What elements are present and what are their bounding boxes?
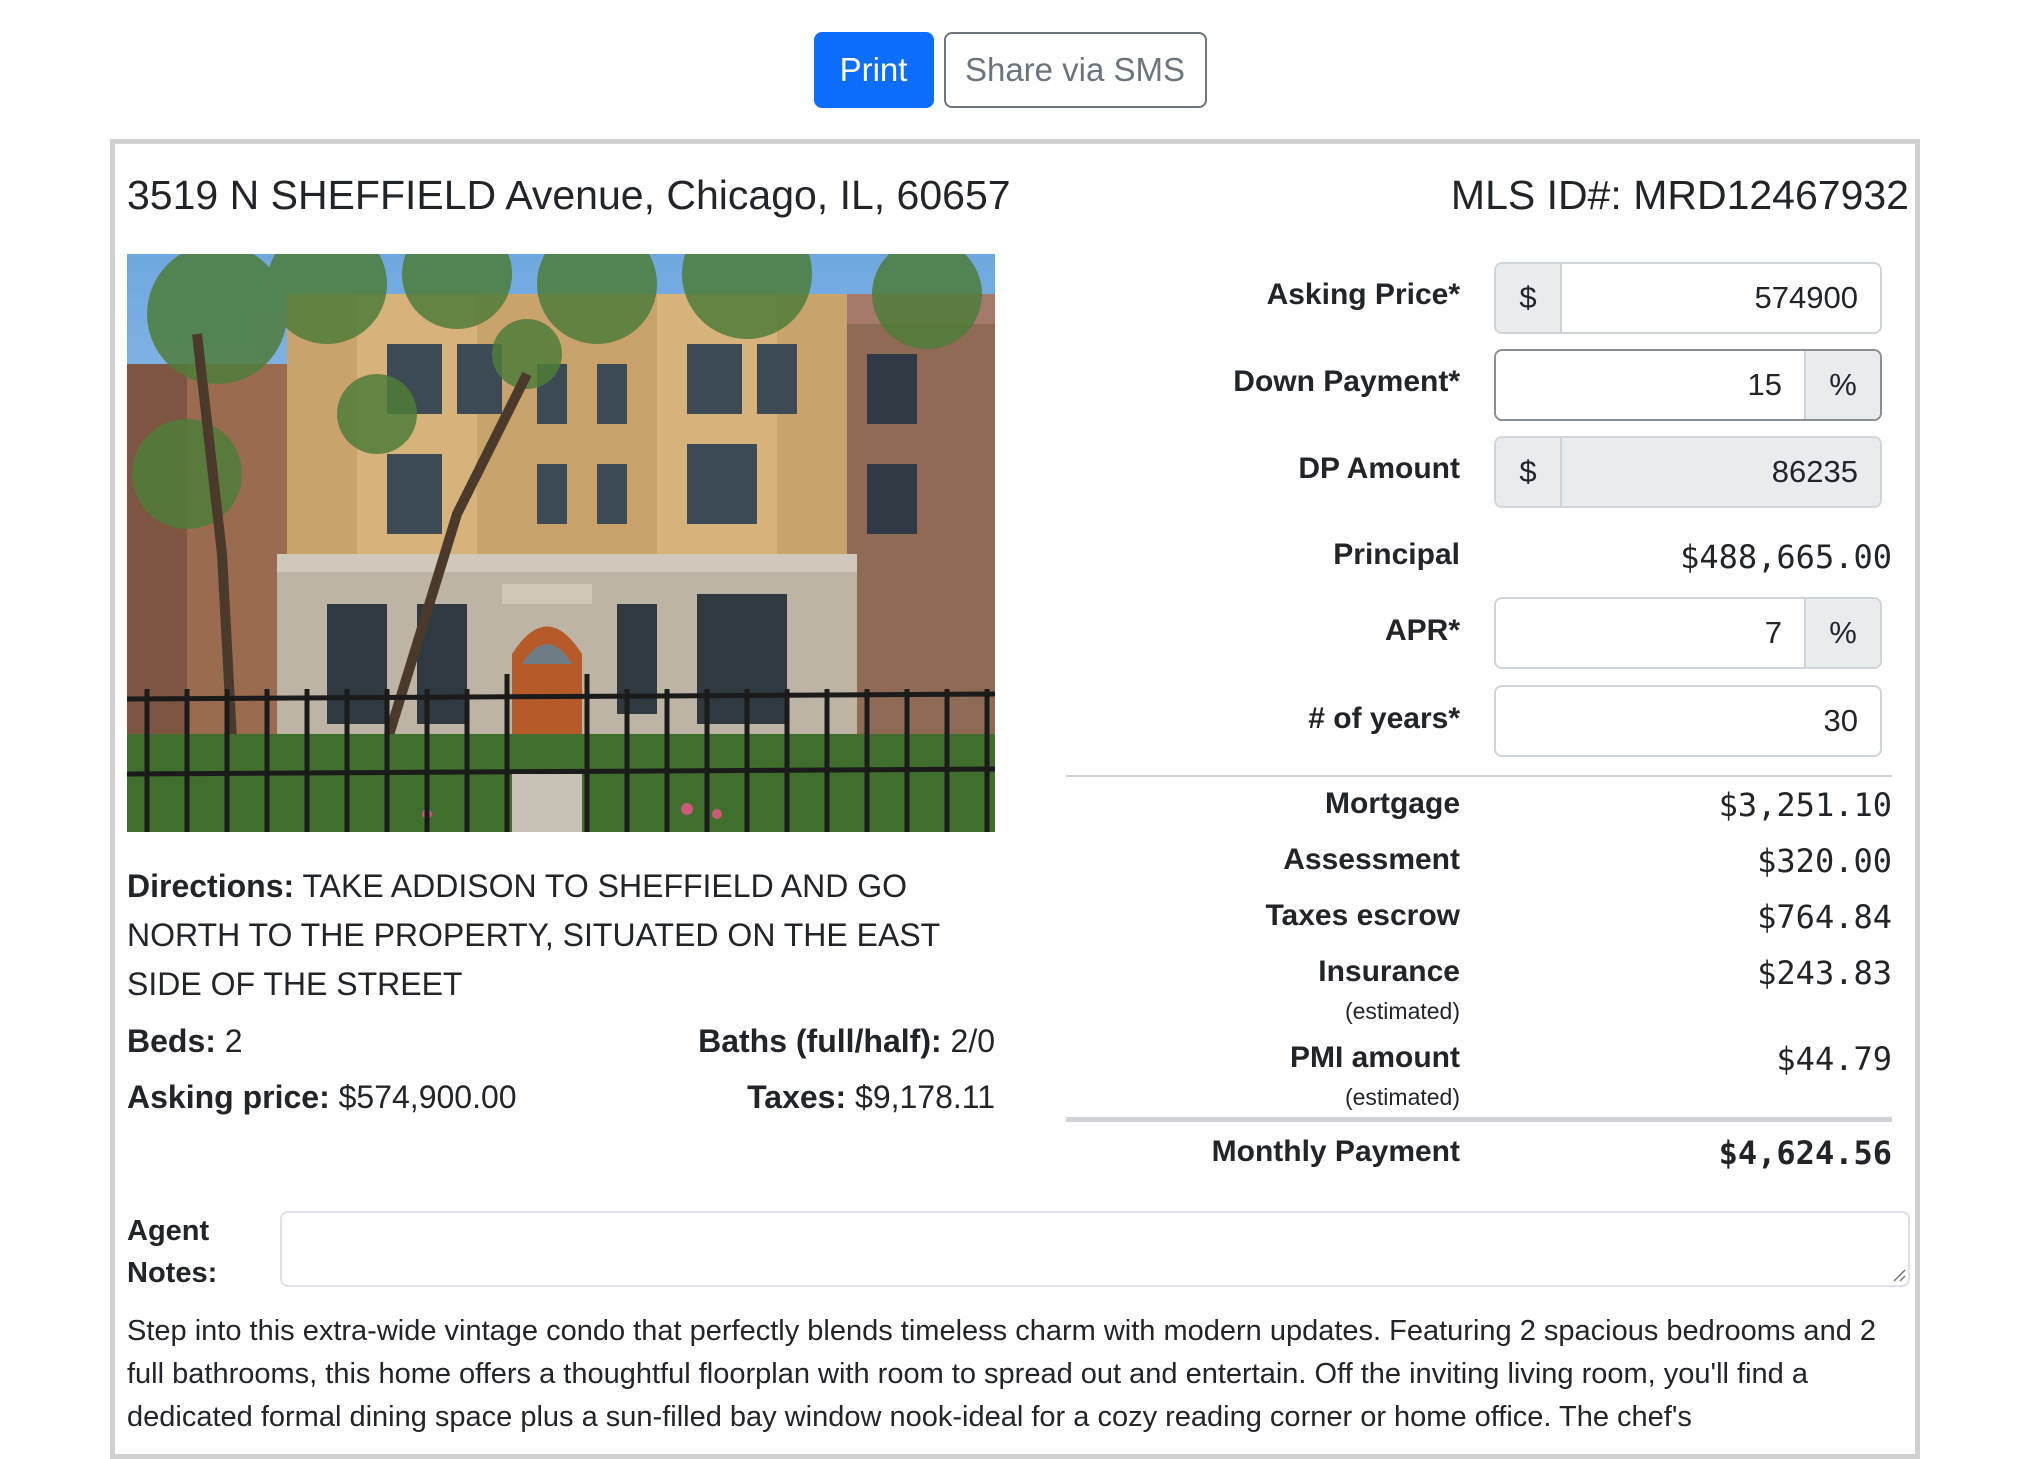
pmi-sub-label: (estimated) [1344, 1084, 1460, 1110]
asking-price-field-label: Asking Price* [1266, 278, 1460, 311]
asking-price-input[interactable] [1562, 264, 1880, 332]
monthly-payment-label: Monthly Payment [1211, 1135, 1460, 1168]
apr-field-label: APR* [1384, 614, 1460, 647]
asking-price: Asking price: $574,900.00 [127, 1079, 517, 1116]
taxes: Taxes: $9,178.11 [747, 1079, 995, 1116]
insurance-sub-label: (estimated) [1344, 998, 1460, 1024]
years-input[interactable] [1496, 687, 1880, 755]
baths-label: Baths (full/half): [698, 1023, 942, 1059]
dp-amount-field-label: DP Amount [1298, 452, 1460, 485]
down-payment-group: % [1494, 349, 1882, 421]
years-group [1494, 685, 1882, 757]
mls-id: MLS ID#: MRD12467932 [1450, 172, 1909, 218]
asking-price-value: $574,900.00 [338, 1079, 517, 1115]
listing-description: Step into this extra-wide vintage condo … [127, 1315, 1877, 1433]
beds: Beds: 2 [127, 1023, 243, 1060]
taxes-label: Taxes: [747, 1079, 847, 1115]
baths-value: 2/0 [950, 1023, 995, 1059]
directions-label: Directions: [127, 868, 295, 904]
dollar-addon: $ [1496, 264, 1562, 332]
pmi-label: PMI amount [1290, 1041, 1460, 1074]
baths: Baths (full/half): 2/0 [698, 1023, 995, 1060]
print-button[interactable]: Print [813, 32, 934, 108]
asking-price-group: $ [1494, 262, 1882, 334]
listing-address: 3519 N SHEFFIELD Avenue, Chicago, IL, 60… [127, 172, 1011, 218]
mortgage-label: Mortgage [1325, 787, 1460, 820]
monthly-payment-value: $4,624.56 [1718, 1134, 1892, 1172]
principal-value: $488,665.00 [1680, 538, 1892, 576]
listing-photo [127, 254, 995, 832]
apr-input[interactable] [1496, 599, 1804, 667]
dp-amount-input [1562, 438, 1880, 506]
percent-addon: % [1804, 599, 1880, 667]
toolbar: Print Share via SMS [0, 32, 2020, 108]
assessment-label: Assessment [1283, 843, 1460, 876]
taxes-escrow-value: $764.84 [1757, 898, 1892, 936]
percent-addon: % [1804, 351, 1880, 419]
total-divider [1066, 1117, 1892, 1122]
resize-handle-icon[interactable] [1892, 1268, 1906, 1282]
divider [1066, 775, 1892, 777]
dp-amount-group: $ [1494, 436, 1882, 508]
directions: Directions: TAKE ADDISON TO SHEFFIELD AN… [127, 862, 1007, 1009]
principal-label: Principal [1333, 538, 1460, 571]
apr-group: % [1494, 597, 1882, 669]
agent-notes-label: Agent Notes: [127, 1215, 218, 1289]
agent-notes-input[interactable] [280, 1211, 1910, 1287]
pmi-value: $44.79 [1776, 1040, 1892, 1078]
mortgage-value: $3,251.10 [1718, 786, 1892, 824]
asking-price-label: Asking price: [127, 1079, 330, 1115]
down-payment-field-label: Down Payment* [1233, 365, 1460, 398]
insurance-value: $243.83 [1757, 954, 1892, 992]
taxes-value: $9,178.11 [855, 1079, 995, 1115]
taxes-escrow-label: Taxes escrow [1265, 899, 1460, 932]
insurance-label: Insurance [1318, 955, 1460, 988]
dollar-addon: $ [1496, 438, 1562, 506]
beds-label: Beds: [127, 1023, 216, 1059]
assessment-value: $320.00 [1757, 842, 1892, 880]
years-field-label: # of years* [1308, 702, 1460, 735]
beds-value: 2 [224, 1023, 243, 1059]
down-payment-input[interactable] [1496, 351, 1804, 419]
share-sms-button[interactable]: Share via SMS [943, 32, 1207, 108]
